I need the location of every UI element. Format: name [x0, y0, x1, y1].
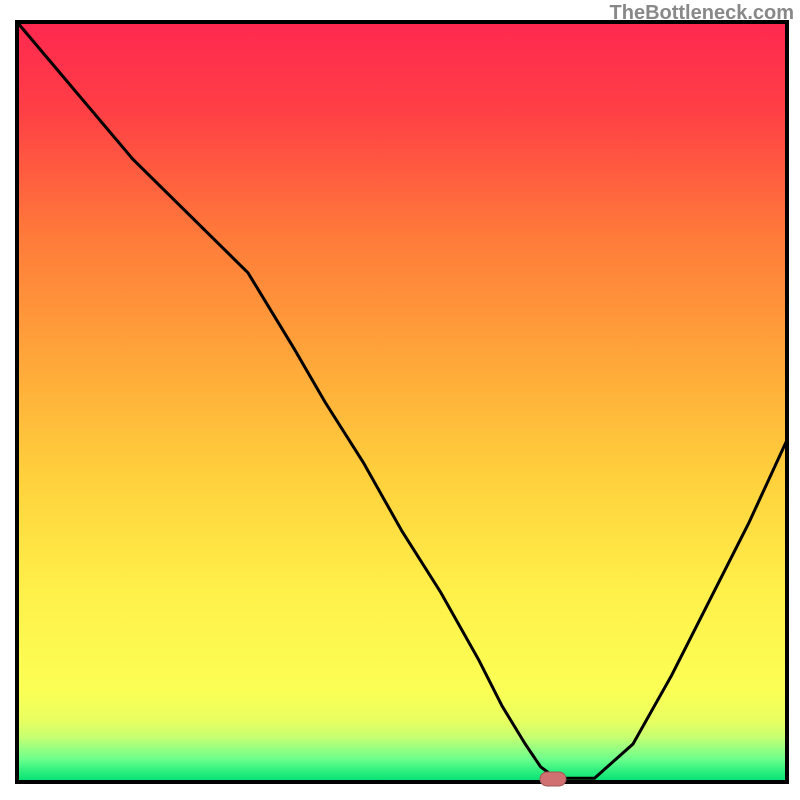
chart-background: [17, 22, 787, 782]
watermark: TheBottleneck.com: [610, 2, 794, 25]
chart-svg: [0, 0, 800, 800]
optimal-marker: [540, 772, 566, 786]
chart-container: [0, 0, 800, 800]
